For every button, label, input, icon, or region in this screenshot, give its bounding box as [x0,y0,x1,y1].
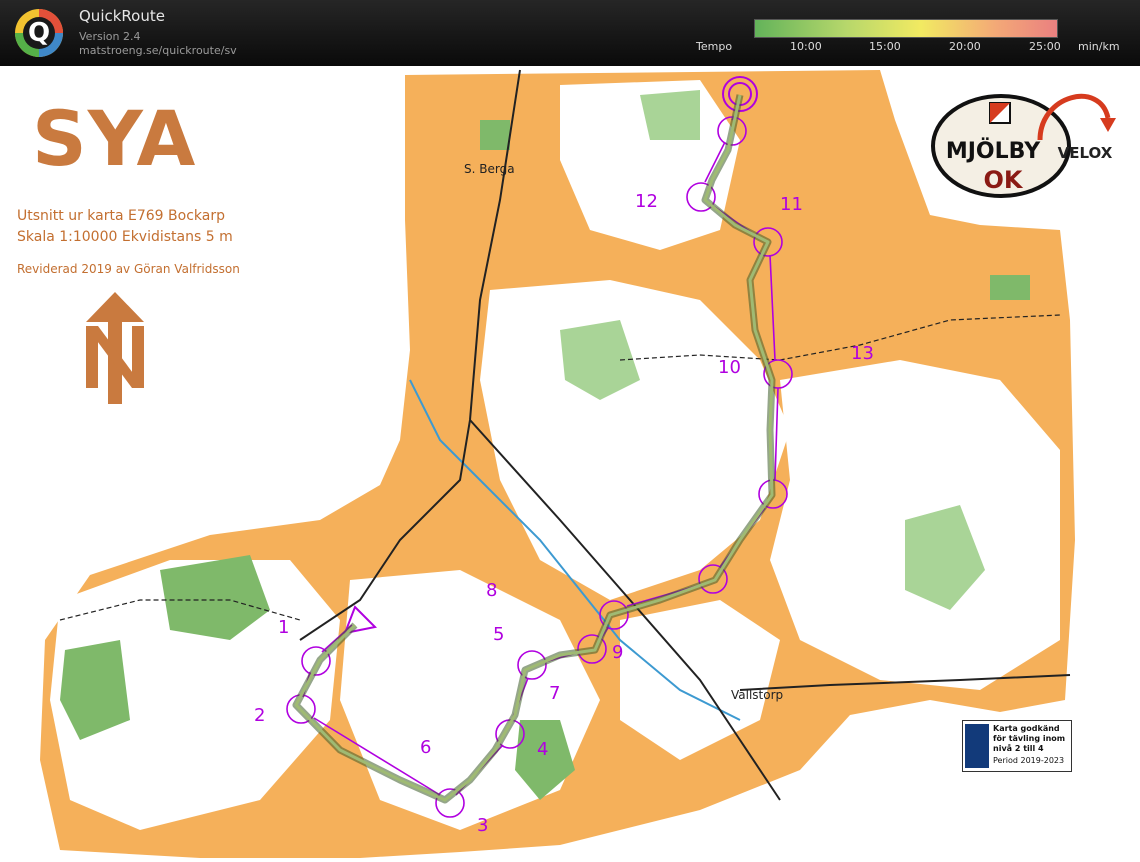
app-title: QuickRoute [79,7,165,25]
federation-logo-icon [965,724,989,768]
badge-text: Karta godkänd [993,724,1060,733]
pace-legend-unit: min/km [1078,40,1120,53]
green-area [990,275,1030,300]
map-revision: Reviderad 2019 av Göran Valfridsson [17,262,240,276]
control-label: 10 [718,357,741,378]
club-logo-text: VELOX [1058,144,1113,162]
app-header: Q QuickRoute Version 2.4 matstroeng.se/q… [0,0,1140,66]
control-label: 3 [477,815,489,836]
badge-text: för tävling inom [993,734,1066,743]
control-label: 5 [493,624,505,645]
green-area [640,90,700,140]
pace-legend-bar [754,19,1058,38]
pace-legend-tick: 15:00 [869,40,901,53]
club-logo-text: OK [984,166,1024,194]
pace-legend-tick: 10:00 [790,40,822,53]
control-label: 9 [612,642,624,663]
badge-text: nivå 2 till 4 [993,744,1044,753]
place-name: Vallstorp [731,688,784,702]
map-subtitle: Utsnitt ur karta E769 Bockarp [17,208,225,224]
place-name: S. Berga [464,162,515,176]
pace-legend-label: Tempo [696,40,733,53]
app-url: matstroeng.se/quickroute/sv [79,44,237,57]
map-title: SYA [32,94,197,183]
control-label: 7 [549,683,561,704]
pace-legend-tick: 25:00 [1029,40,1061,53]
control-label: 1 [278,617,290,638]
badge-text: Period 2019-2023 [993,756,1065,765]
green-area [480,120,510,150]
control-label: 13 [851,343,874,364]
control-label: 4 [537,739,549,760]
club-logo-text: MJÖLBY [946,138,1041,164]
quickroute-logo-icon: Q [15,9,63,57]
app-version: Version 2.4 [79,30,141,43]
control-label: 8 [486,580,498,601]
pace-legend-tick: 20:00 [949,40,981,53]
control-label: 12 [635,191,658,212]
control-label: 2 [254,705,266,726]
control-label: 11 [780,194,803,215]
control-label: 6 [420,737,432,758]
svg-text:Q: Q [28,18,50,48]
approval-badge: Karta godkänd för tävling inom nivå 2 ti… [962,720,1072,772]
map-scale: Skala 1:10000 Ekvidistans 5 m [17,229,233,245]
